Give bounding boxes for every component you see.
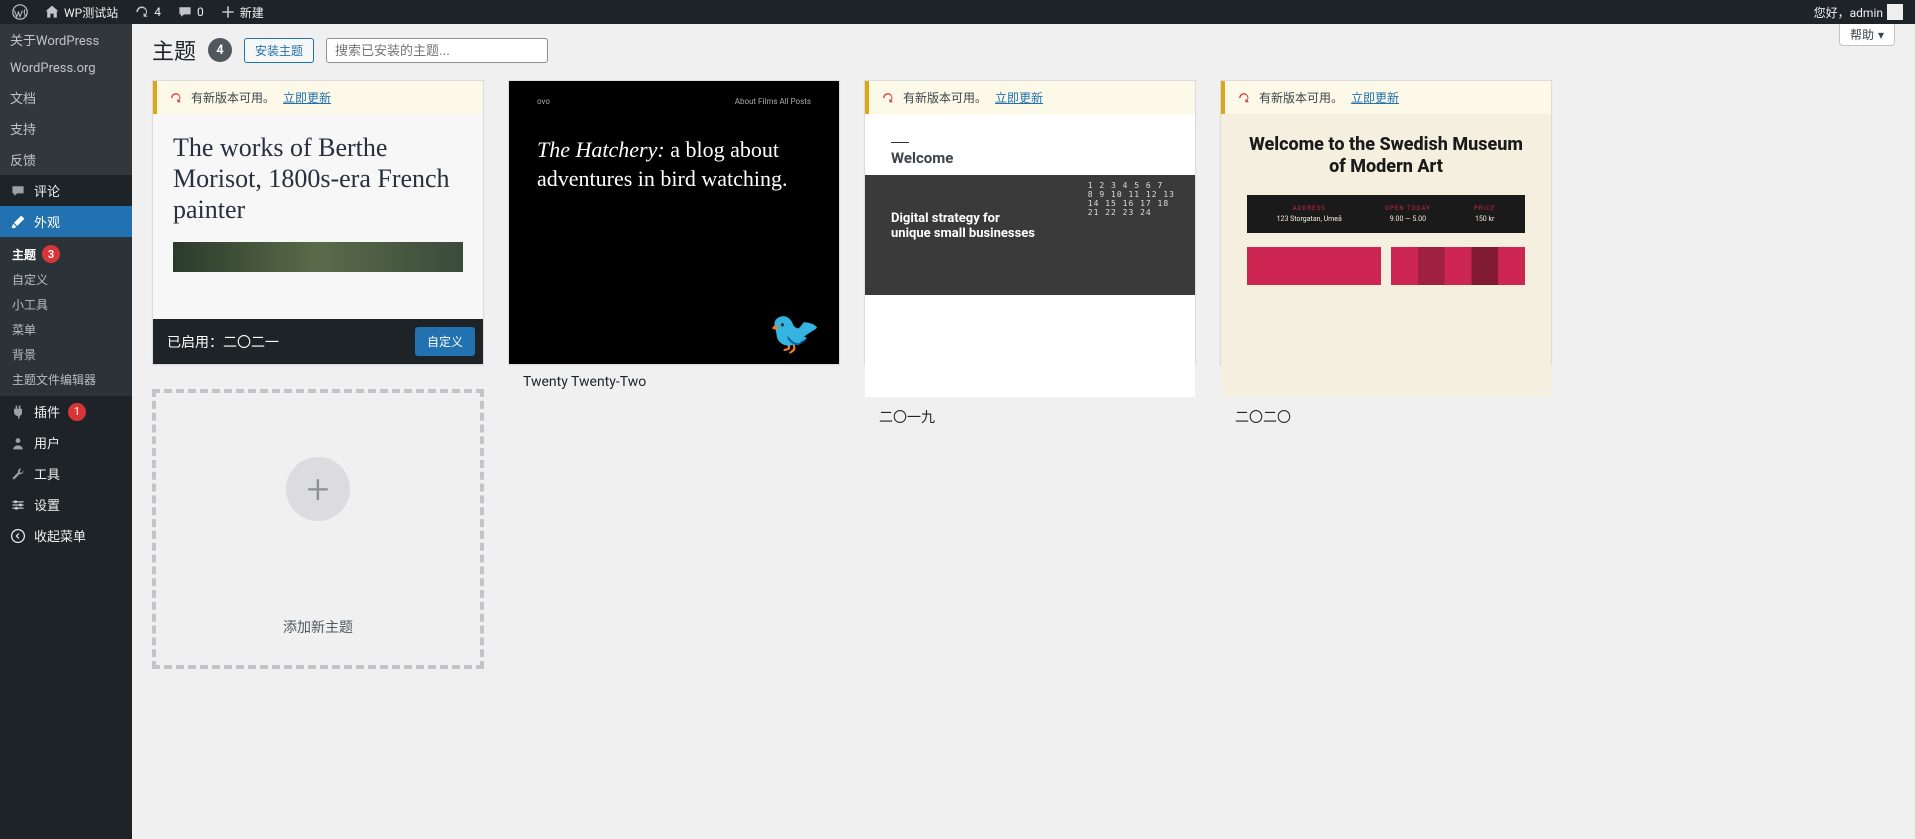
collapse-menu[interactable]: 收起菜单 xyxy=(0,520,132,551)
menu-plugins[interactable]: 插件1 xyxy=(0,396,132,427)
support-link[interactable]: 支持 xyxy=(0,113,132,144)
feedback-link[interactable]: 反馈 xyxy=(0,144,132,175)
submenu-menus[interactable]: 菜单 xyxy=(0,317,132,342)
plus-icon: + xyxy=(286,457,350,521)
theme-preview: The works of Berthe Morisot, 1800s-era F… xyxy=(153,114,483,319)
avatar xyxy=(1887,4,1903,20)
wordpress-org[interactable]: WordPress.org xyxy=(0,55,132,82)
page-title: 主题 xyxy=(152,34,196,66)
help-tab[interactable]: 帮助 ▾ xyxy=(1839,24,1895,46)
add-theme-card[interactable]: + 添加新主题 xyxy=(152,389,484,669)
update-link[interactable]: 立即更新 xyxy=(995,89,1043,106)
menu-appearance[interactable]: 外观 xyxy=(0,206,132,237)
collapse-icon xyxy=(10,528,26,544)
install-theme-button[interactable]: 安装主题 xyxy=(244,38,314,63)
menu-settings[interactable]: 设置 xyxy=(0,489,132,520)
submenu-themes[interactable]: 主题3 xyxy=(0,241,132,267)
user-icon xyxy=(10,435,26,451)
comment-icon xyxy=(177,4,193,20)
theme-preview: ovoAbout Films All Posts The Hatchery: a… xyxy=(509,81,839,364)
theme-name: 二〇一九 xyxy=(865,397,1195,437)
comment-icon xyxy=(10,183,26,199)
refresh-icon xyxy=(169,91,183,105)
theme-name: Twenty Twenty-Two xyxy=(509,364,839,400)
theme-card[interactable]: ovoAbout Films All Posts The Hatchery: a… xyxy=(508,80,840,365)
theme-preview: Welcome to the Swedish Museum of Modern … xyxy=(1221,114,1551,397)
add-theme-label: 添加新主题 xyxy=(283,617,353,637)
user-greeting[interactable]: 您好，admin xyxy=(1808,0,1909,24)
update-banner: 有新版本可用。 立即更新 xyxy=(153,81,483,114)
menu-users[interactable]: 用户 xyxy=(0,427,132,458)
bird-icon: 🐦 xyxy=(769,309,821,358)
appearance-submenu: 主题3 自定义 小工具 菜单 背景 主题文件编辑器 xyxy=(0,237,132,396)
chevron-down-icon: ▾ xyxy=(1878,28,1884,42)
theme-preview: Welcome 1 2 3 4 5 6 78 9 10 11 12 1314 1… xyxy=(865,114,1195,397)
update-msg: 有新版本可用。 xyxy=(191,89,275,106)
about-wordpress[interactable]: 关于WordPress xyxy=(0,24,132,55)
wrench-icon xyxy=(10,466,26,482)
update-link[interactable]: 立即更新 xyxy=(1351,89,1399,106)
update-banner: 有新版本可用。 立即更新 xyxy=(1221,81,1551,114)
new-content[interactable]: 新建 xyxy=(214,0,270,24)
submenu-customize[interactable]: 自定义 xyxy=(0,267,132,292)
search-input[interactable] xyxy=(326,38,548,63)
plus-icon xyxy=(220,4,236,20)
themes-update-badge: 3 xyxy=(42,245,60,263)
update-banner: 有新版本可用。 立即更新 xyxy=(865,81,1195,114)
docs-link[interactable]: 文档 xyxy=(0,82,132,113)
site-home[interactable]: WP测试站 xyxy=(38,0,124,24)
menu-tools[interactable]: 工具 xyxy=(0,458,132,489)
refresh-icon xyxy=(1237,91,1251,105)
theme-card[interactable]: 有新版本可用。 立即更新 Welcome to the Swedish Muse… xyxy=(1220,80,1552,365)
settings-icon xyxy=(10,497,26,513)
plugins-badge: 1 xyxy=(68,403,86,421)
customize-button[interactable]: 自定义 xyxy=(415,327,475,356)
refresh-icon xyxy=(881,91,895,105)
refresh-icon xyxy=(134,4,150,20)
submenu-widgets[interactable]: 小工具 xyxy=(0,292,132,317)
updates-count[interactable]: 4 xyxy=(128,0,167,24)
brush-icon xyxy=(10,214,26,230)
submenu-background[interactable]: 背景 xyxy=(0,342,132,367)
update-link[interactable]: 立即更新 xyxy=(283,89,331,106)
wp-logo[interactable] xyxy=(6,0,34,24)
menu-comments[interactable]: 评论 xyxy=(0,175,132,206)
theme-card[interactable]: 有新版本可用。 立即更新 Welcome 1 2 3 4 5 6 78 9 10… xyxy=(864,80,1196,365)
theme-card-active[interactable]: 有新版本可用。 立即更新 The works of Berthe Morisot… xyxy=(152,80,484,365)
plug-icon xyxy=(10,404,26,420)
theme-footer: 已启用：二〇二一 自定义 xyxy=(153,319,483,364)
about-popover: 关于WordPress WordPress.org 文档 支持 反馈 xyxy=(0,24,132,175)
update-msg: 有新版本可用。 xyxy=(1259,89,1343,106)
themes-count: 4 xyxy=(208,38,232,62)
comments-count[interactable]: 0 xyxy=(171,0,210,24)
theme-name: 二〇二〇 xyxy=(1221,397,1551,437)
submenu-theme-editor[interactable]: 主题文件编辑器 xyxy=(0,367,132,392)
home-icon xyxy=(44,4,60,20)
update-msg: 有新版本可用。 xyxy=(903,89,987,106)
site-name: WP测试站 xyxy=(64,4,118,21)
